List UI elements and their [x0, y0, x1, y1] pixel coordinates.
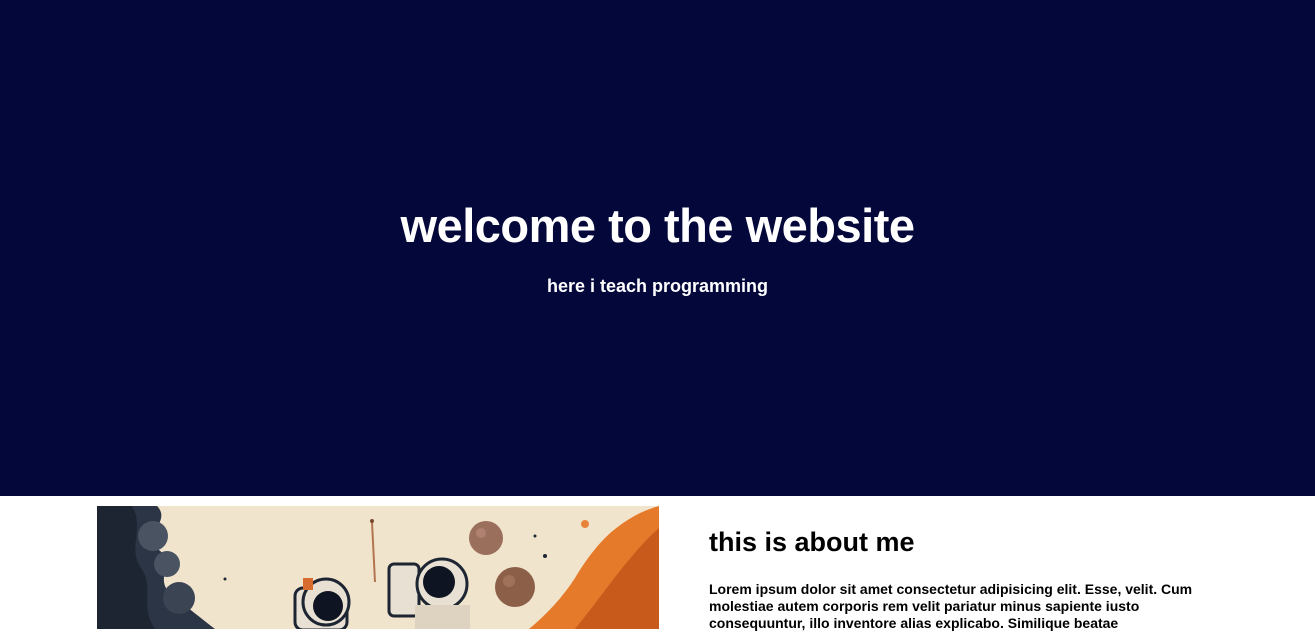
hero-section: welcome to the website here i teach prog… [0, 0, 1315, 496]
hero-title: welcome to the website [400, 199, 915, 252]
about-paragraph: Lorem ipsum dolor sit amet consectetur a… [709, 581, 1193, 631]
hero-subtitle: here i teach programming [546, 276, 769, 296]
about-title: this is about me [709, 527, 915, 557]
astronaut-illustration-image [97, 506, 659, 629]
about-section: this is about me Lorem ipsum dolor sit a… [0, 496, 1315, 631]
